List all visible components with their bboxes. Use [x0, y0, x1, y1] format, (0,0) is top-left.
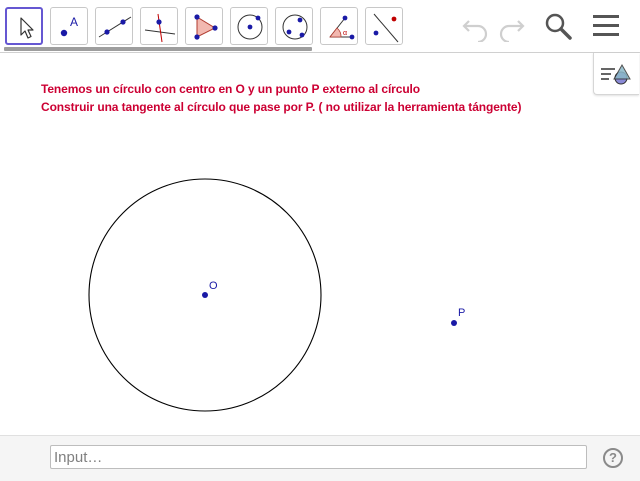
- angle-tool-icon: α: [329, 15, 355, 40]
- circle-center-point-tool-icon: [237, 14, 263, 40]
- perpendicular-line-tool-icon: [144, 13, 176, 43]
- style-bar-toggle-button[interactable]: [593, 53, 639, 95]
- toolbar-scrollbar[interactable]: [4, 47, 312, 51]
- help-icon: ?: [609, 450, 617, 465]
- input-bar: Input… ?: [0, 435, 640, 481]
- reflect-tool-icon: [373, 13, 399, 43]
- undo-icon: [462, 20, 488, 44]
- move-tool-icon: [20, 17, 34, 39]
- polygon-tool-icon: [194, 14, 218, 40]
- point-p-label: P: [458, 307, 465, 319]
- search-icon: [545, 13, 572, 40]
- circle-center-point-tool-button[interactable]: [230, 7, 268, 45]
- undo-button[interactable]: [459, 10, 491, 44]
- point-o[interactable]: [202, 292, 208, 298]
- style-bar-icon: [601, 63, 631, 85]
- perpendicular-line-tool-button[interactable]: [140, 7, 178, 45]
- circle-three-points-tool-icon: [282, 14, 308, 40]
- algebra-input-field[interactable]: Input…: [50, 445, 587, 469]
- svg-text:α: α: [343, 30, 347, 37]
- svg-text:A: A: [70, 15, 78, 29]
- point-p[interactable]: [451, 320, 457, 326]
- line-tool-icon: [98, 16, 132, 38]
- search-button[interactable]: [542, 10, 574, 42]
- point-tool-button[interactable]: A: [50, 7, 88, 45]
- instruction-line-1: Tenemos un círculo con centro en O y un …: [41, 82, 421, 96]
- toolbar: A α: [0, 0, 640, 53]
- circle-three-points-tool-button[interactable]: [275, 7, 313, 45]
- point-o-label: O: [209, 280, 218, 292]
- instruction-line-2: Construir una tangente al círculo que pa…: [41, 100, 522, 114]
- move-tool-button[interactable]: [5, 7, 43, 45]
- polygon-tool-button[interactable]: [185, 7, 223, 45]
- help-button[interactable]: ?: [603, 448, 623, 468]
- reflect-tool-button[interactable]: [365, 7, 403, 45]
- line-tool-button[interactable]: [95, 7, 133, 45]
- menu-button[interactable]: [590, 10, 622, 42]
- angle-tool-button[interactable]: α: [320, 7, 358, 45]
- redo-icon: [499, 20, 525, 44]
- redo-button[interactable]: [496, 10, 528, 44]
- hamburger-menu-icon: [593, 15, 619, 36]
- point-tool-icon: A: [60, 15, 78, 37]
